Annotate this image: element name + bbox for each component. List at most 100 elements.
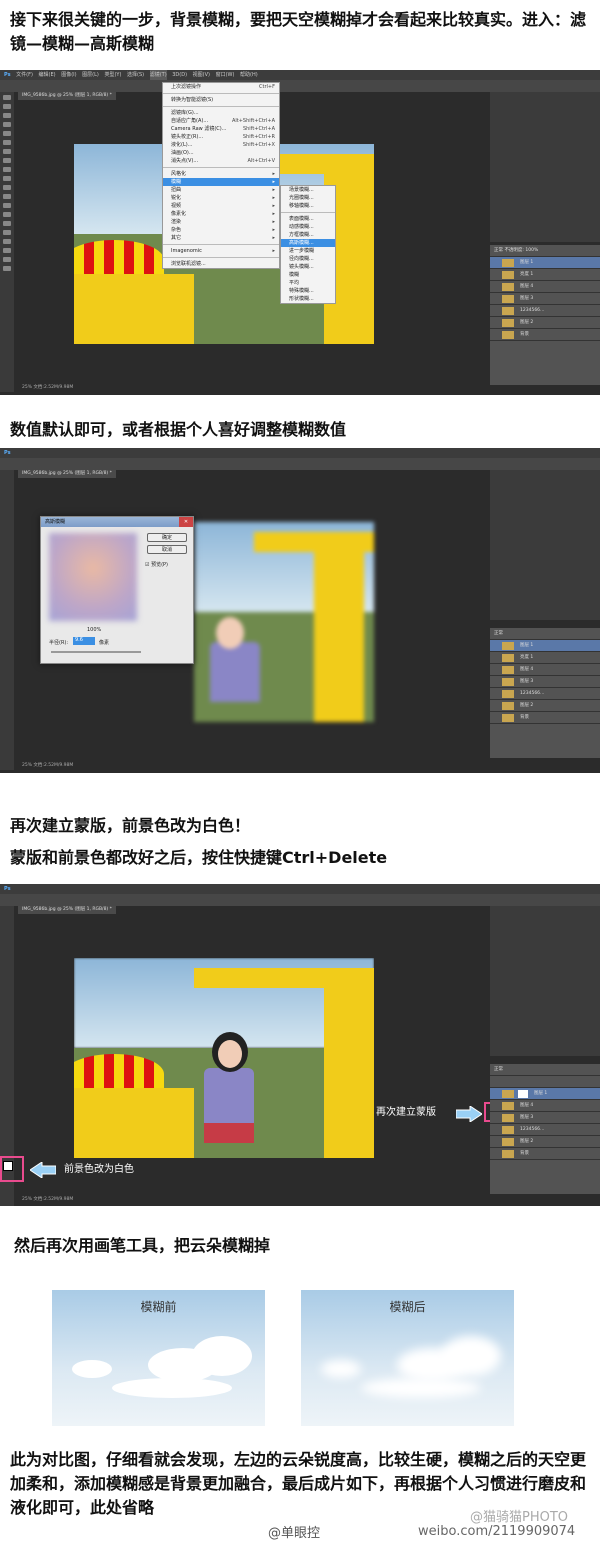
menu-item-distort[interactable]: 扭曲 ▸ <box>163 186 279 194</box>
gradient-tool-icon[interactable] <box>3 194 11 199</box>
type-tool-icon[interactable] <box>3 230 11 235</box>
menu-item-stylize[interactable]: 风格化 ▸ <box>163 170 279 178</box>
move-tool-icon[interactable] <box>3 95 11 100</box>
menu-select[interactable]: 选择(S) <box>127 70 144 80</box>
layer-row[interactable]: 1234566... <box>490 1124 600 1136</box>
brush-tool-icon[interactable] <box>3 158 11 163</box>
menu-item-last-filter[interactable]: 上次滤镜操作 Ctrl+F <box>163 83 279 91</box>
submenu-item-iris-blur[interactable]: 光圈模糊... <box>281 194 335 202</box>
submenu-item-surface-blur[interactable]: 表面模糊... <box>281 215 335 223</box>
menu-filter[interactable]: 滤镜(T) <box>149 70 167 80</box>
menu-item-liquify[interactable]: 液化(L)... Shift+Ctrl+X <box>163 141 279 149</box>
layer-row[interactable]: 1234566... <box>490 305 600 317</box>
crop-tool-icon[interactable] <box>3 131 11 136</box>
lasso-tool-icon[interactable] <box>3 113 11 118</box>
menu-item-blur[interactable]: 模糊 ▸ <box>163 178 279 186</box>
submenu-item-radial-blur[interactable]: 径向模糊... <box>281 255 335 263</box>
submenu-item-shape-blur[interactable]: 形状模糊... <box>281 295 335 303</box>
menu-item-camera-raw[interactable]: Camera Raw 滤镜(C)... Shift+Ctrl+A <box>163 125 279 133</box>
layers-blend-row[interactable]: 正常 不透明度: 100% <box>490 245 600 257</box>
layer-row[interactable]: 亮度 1 <box>490 269 600 281</box>
menu-item-vanishing-point[interactable]: 消失点(V)... Alt+Ctrl+V <box>163 157 279 165</box>
layer-row[interactable]: 图层 2 <box>490 1136 600 1148</box>
radius-slider[interactable] <box>51 651 141 653</box>
layer-row[interactable]: 图层 4 <box>490 281 600 293</box>
marquee-tool-icon[interactable] <box>3 104 11 109</box>
submenu-item-lens-blur[interactable]: 镜头模糊... <box>281 263 335 271</box>
menu-item-render[interactable]: 渲染 ▸ <box>163 218 279 226</box>
layers-blend-row[interactable]: 正常 <box>490 628 600 640</box>
dodge-tool-icon[interactable] <box>3 212 11 217</box>
menu-item-oil-paint[interactable]: 油画(O)... <box>163 149 279 157</box>
menu-type[interactable]: 类型(Y) <box>104 70 121 80</box>
eyedropper-tool-icon[interactable] <box>3 140 11 145</box>
layer-row[interactable]: 图层 3 <box>490 1112 600 1124</box>
submenu-item-field-blur[interactable]: 场景模糊... <box>281 186 335 194</box>
shape-tool-icon[interactable] <box>3 248 11 253</box>
layer-row[interactable]: 背景 <box>490 1148 600 1160</box>
hand-tool-icon[interactable] <box>3 257 11 262</box>
menu-item-imagenomic[interactable]: Imagenomic ▸ <box>163 247 279 255</box>
layer-row[interactable]: 图层 4 <box>490 664 600 676</box>
layer-row[interactable]: 图层 2 <box>490 317 600 329</box>
photo-canvas[interactable] <box>74 958 374 1158</box>
layer-row[interactable]: 图层 2 <box>490 700 600 712</box>
menu-item-smart-filter[interactable]: 转换为智能滤镜(S) <box>163 96 279 104</box>
zoom-tool-icon[interactable] <box>3 266 11 271</box>
menu-item-other[interactable]: 其它 ▸ <box>163 234 279 242</box>
menu-item-adaptive-wide-angle[interactable]: 自适应广角(A)... Alt+Shift+Ctrl+A <box>163 117 279 125</box>
path-select-tool-icon[interactable] <box>3 239 11 244</box>
menu-item-browse-online[interactable]: 浏览联机滤镜... <box>163 260 279 268</box>
healing-brush-tool-icon[interactable] <box>3 149 11 154</box>
menu-item-sharpen[interactable]: 锐化 ▸ <box>163 194 279 202</box>
layer-row[interactable]: 1234566... <box>490 688 600 700</box>
menu-item-video[interactable]: 视频 ▸ <box>163 202 279 210</box>
quick-select-tool-icon[interactable] <box>3 122 11 127</box>
foreground-swatch-icon[interactable] <box>3 1161 13 1171</box>
photo-canvas-blurred[interactable] <box>194 522 374 722</box>
preview-checkbox-label[interactable]: ☑ 预览(P) <box>145 561 168 568</box>
menu-view[interactable]: 视图(V) <box>193 70 210 80</box>
layer-row[interactable]: 图层 1 <box>490 640 600 652</box>
menu-window[interactable]: 窗口(W) <box>216 70 235 80</box>
submenu-item-tilt-shift[interactable]: 移轴模糊... <box>281 202 335 210</box>
menu-image[interactable]: 图像(I) <box>61 70 76 80</box>
document-tab[interactable]: IMG_9586b.jpg @ 25% (图层 1, RGB/8) * <box>18 906 116 914</box>
submenu-item-average[interactable]: 平均 <box>281 279 335 287</box>
menu-item-lens-correction[interactable]: 镜头校正(R)... Shift+Ctrl+R <box>163 133 279 141</box>
layer-row[interactable]: 图层 3 <box>490 676 600 688</box>
menu-3d[interactable]: 3D(D) <box>172 70 187 80</box>
clone-stamp-tool-icon[interactable] <box>3 167 11 172</box>
blur-tool-icon[interactable] <box>3 203 11 208</box>
menu-layer[interactable]: 图层(L) <box>82 70 99 80</box>
document-tab[interactable]: IMG_9586b.jpg @ 25% (图层 1, RGB/8) * <box>18 470 116 478</box>
eraser-tool-icon[interactable] <box>3 185 11 190</box>
layer-row[interactable]: 背景 <box>490 712 600 724</box>
submenu-item-blur[interactable]: 模糊 <box>281 271 335 279</box>
submenu-item-motion-blur[interactable]: 动感模糊... <box>281 223 335 231</box>
layers-blend-row[interactable]: 正常 <box>490 1064 600 1076</box>
layer-row[interactable]: 亮度 1 <box>490 652 600 664</box>
radius-input[interactable]: 9.6 <box>73 637 95 645</box>
history-brush-tool-icon[interactable] <box>3 176 11 181</box>
ok-button[interactable]: 确定 <box>147 533 187 542</box>
layer-row-with-mask[interactable]: 图层 1 <box>490 1088 600 1100</box>
menu-help[interactable]: 帮助(H) <box>240 70 258 80</box>
submenu-item-blur-more[interactable]: 进一步模糊 <box>281 247 335 255</box>
menu-file[interactable]: 文件(F) <box>16 70 33 80</box>
submenu-item-gaussian-blur[interactable]: 高斯模糊... <box>281 239 335 247</box>
submenu-item-box-blur[interactable]: 方框模糊... <box>281 231 335 239</box>
menu-edit[interactable]: 编辑(E) <box>39 70 56 80</box>
layer-row[interactable]: 图层 4 <box>490 1100 600 1112</box>
menu-item-pixelate[interactable]: 像素化 ▸ <box>163 210 279 218</box>
document-tab[interactable]: IMG_9586b.jpg @ 25% (图层 1, RGB/8) * <box>18 92 116 100</box>
cancel-button[interactable]: 取消 <box>147 545 187 554</box>
close-icon[interactable]: ✕ <box>179 517 193 527</box>
layer-row[interactable]: 背景 <box>490 329 600 341</box>
menu-item-filter-gallery[interactable]: 滤镜库(G)... <box>163 109 279 117</box>
layer-row[interactable]: 图层 3 <box>490 293 600 305</box>
pen-tool-icon[interactable] <box>3 221 11 226</box>
menu-item-noise[interactable]: 杂色 ▸ <box>163 226 279 234</box>
submenu-item-smart-blur[interactable]: 特殊模糊... <box>281 287 335 295</box>
layer-row[interactable]: 图层 1 <box>490 257 600 269</box>
